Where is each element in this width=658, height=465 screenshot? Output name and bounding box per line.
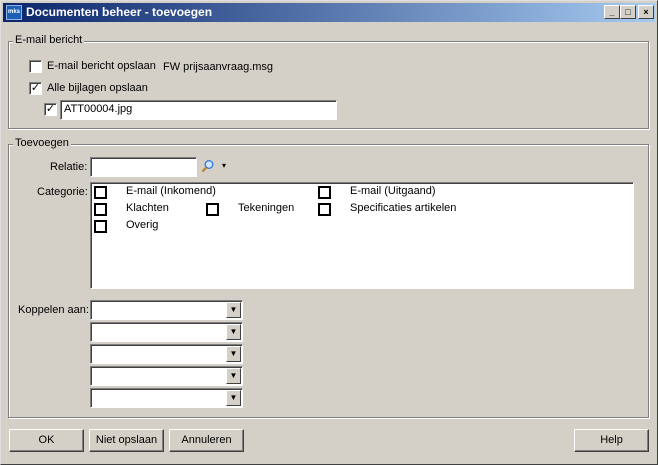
combo-arrow-icon[interactable]: ▼ (226, 324, 241, 340)
koppelen-combo[interactable]: ▼ (90, 388, 243, 408)
title-bar[interactable]: mks Documenten beheer - toevoegen _ □ × (3, 3, 655, 22)
save-attachments-checkbox[interactable]: ✓ (29, 82, 42, 95)
combo-arrow-icon[interactable]: ▼ (226, 346, 241, 362)
close-button[interactable]: × (638, 5, 654, 19)
dialog-window: mks Documenten beheer - toevoegen _ □ × … (0, 0, 658, 465)
category-label-specificaties[interactable]: Specificaties artikelen (350, 202, 456, 214)
category-checkbox-klachten[interactable] (94, 203, 107, 216)
maximize-button[interactable]: □ (620, 5, 636, 19)
combo-arrow-icon[interactable]: ▼ (226, 368, 241, 384)
category-label-overig[interactable]: Overig (126, 219, 158, 231)
category-checkbox-overig[interactable] (94, 220, 107, 233)
magnifier-icon[interactable] (201, 159, 215, 173)
combo-arrow-icon[interactable]: ▼ (226, 390, 241, 406)
email-filename: FW prijsaanvraag.msg (163, 61, 274, 73)
koppelen-combo[interactable]: ▼ (90, 322, 243, 342)
attachment-checkbox[interactable]: ✓ (44, 103, 57, 116)
add-group-legend: Toevoegen (13, 137, 71, 149)
koppelen-label: Koppelen aan: (18, 304, 89, 316)
category-label-email-inkomend[interactable]: E-mail (Inkomend) (126, 185, 216, 197)
save-email-label[interactable]: E-mail bericht opslaan (47, 60, 156, 72)
app-icon: mks (6, 5, 22, 20)
save-attachments-label[interactable]: Alle bijlagen opslaan (47, 82, 148, 94)
relatie-input[interactable] (90, 157, 197, 177)
chevron-down-icon[interactable]: ▾ (222, 161, 226, 170)
category-checkbox-tekeningen[interactable] (206, 203, 219, 216)
category-label-tekeningen[interactable]: Tekeningen (238, 202, 294, 214)
category-checkbox-email-inkomend[interactable] (94, 186, 107, 199)
categorie-label: Categorie: (37, 186, 88, 198)
minimize-button[interactable]: _ (604, 5, 620, 19)
relatie-label: Relatie: (50, 161, 88, 173)
ok-button[interactable]: OK (9, 429, 84, 452)
help-button[interactable]: Help (574, 429, 649, 452)
attachment-filename-field[interactable]: ATT00004.jpg (60, 100, 337, 120)
annuleren-button[interactable]: Annuleren (169, 429, 244, 452)
category-label-email-uitgaand[interactable]: E-mail (Uitgaand) (350, 185, 436, 197)
category-checkbox-email-uitgaand[interactable] (318, 186, 331, 199)
category-label-klachten[interactable]: Klachten (126, 202, 169, 214)
category-checkbox-specificaties[interactable] (318, 203, 331, 216)
category-list (90, 182, 634, 289)
koppelen-combo[interactable]: ▼ (90, 366, 243, 386)
email-group-legend: E-mail bericht (13, 34, 85, 46)
koppelen-combo[interactable]: ▼ (90, 344, 243, 364)
koppelen-combo[interactable]: ▼ (90, 300, 243, 320)
save-email-checkbox[interactable] (29, 60, 42, 73)
window-title: Documenten beheer - toevoegen (26, 5, 213, 19)
combo-arrow-icon[interactable]: ▼ (226, 302, 241, 318)
niet-opslaan-button[interactable]: Niet opslaan (89, 429, 164, 452)
